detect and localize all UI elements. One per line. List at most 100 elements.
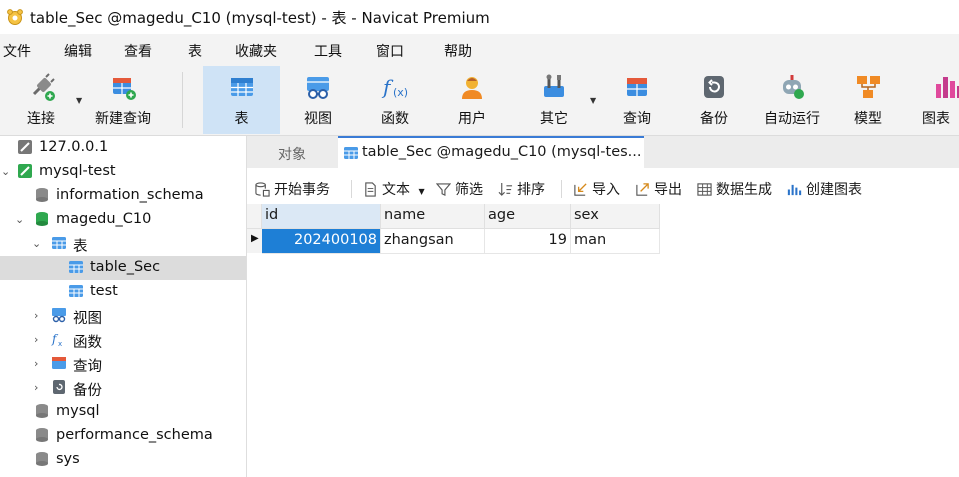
view-button[interactable]: 视图 (282, 66, 354, 134)
tree-db-sys[interactable]: sys (0, 448, 246, 472)
table-button[interactable]: 表 (203, 66, 280, 134)
begin-transaction-label: 开始事务 (274, 182, 330, 198)
expand-arrow-icon[interactable]: › (34, 309, 38, 322)
tree-connection-mysql-test[interactable]: ⌄ mysql-test (0, 160, 246, 184)
cell-value: man (574, 232, 607, 248)
column-header-name[interactable]: name (381, 204, 485, 229)
expand-arrow-icon[interactable]: › (34, 333, 38, 346)
user-label: 用户 (458, 111, 486, 127)
tree-folder-queries[interactable]: › 查询 (0, 352, 246, 376)
menu-window[interactable]: 窗口 (376, 41, 404, 61)
grid-cell-sex[interactable]: man (571, 229, 660, 254)
navicat-logo-icon (7, 9, 23, 25)
menu-help[interactable]: 帮助 (444, 41, 472, 61)
text-dropdown-icon[interactable]: ▼ (418, 187, 424, 196)
collapse-arrow-icon[interactable]: ⌄ (1, 165, 10, 178)
database-icon (36, 212, 48, 226)
column-header-id[interactable]: id (262, 204, 381, 229)
backup-button[interactable]: 备份 (677, 66, 751, 134)
tab-objects[interactable]: 对象 (247, 138, 335, 168)
tree-db-mysql[interactable]: mysql (0, 400, 246, 424)
automation-button[interactable]: 自动运行 (756, 66, 828, 134)
sort-icon (498, 182, 513, 196)
column-header-label: name (384, 207, 426, 223)
tree-label: 备份 (73, 383, 102, 399)
function-button[interactable]: f (x) 函数 (358, 66, 432, 134)
menu-favorites[interactable]: 收藏夹 (235, 41, 277, 61)
tree-db-performance-schema[interactable]: performance_schema (0, 424, 246, 448)
tree-table-sec[interactable]: table_Sec (0, 256, 246, 280)
collapse-arrow-icon[interactable]: ⌄ (32, 237, 41, 250)
tree-label: 查询 (73, 359, 102, 375)
begin-transaction-button[interactable]: 开始事务 (255, 179, 330, 199)
table-folder-icon (52, 237, 66, 249)
grid-cell-id[interactable]: 202400108 (262, 229, 381, 254)
connection-tree: 127.0.0.1 ⌄ mysql-test information_schem… (0, 136, 247, 477)
tree-folder-backups[interactable]: › 备份 (0, 376, 246, 400)
connect-button[interactable]: 连接 (8, 66, 74, 134)
other-button[interactable]: 其它 (516, 66, 592, 134)
tree-label: 127.0.0.1 (39, 139, 109, 155)
tree-label: test (90, 283, 118, 299)
model-button[interactable]: 模型 (834, 66, 902, 134)
export-button[interactable]: 导出 (635, 179, 682, 199)
expand-arrow-icon[interactable]: › (34, 381, 38, 394)
tree-table-test[interactable]: test (0, 280, 246, 304)
grid-corner (247, 204, 262, 229)
grid-cell-age[interactable]: 19 (485, 229, 571, 254)
data-generation-icon (697, 183, 712, 196)
backup-label: 备份 (700, 111, 728, 127)
tree-label: 视图 (73, 311, 102, 327)
user-button[interactable]: 用户 (436, 66, 508, 134)
tree-label: performance_schema (56, 427, 213, 443)
import-button[interactable]: 导入 (573, 179, 620, 199)
create-chart-button[interactable]: 创建图表 (787, 179, 862, 199)
query-icon (52, 357, 66, 369)
column-header-sex[interactable]: sex (571, 204, 660, 229)
automation-label: 自动运行 (764, 111, 820, 127)
menu-edit[interactable]: 编辑 (64, 41, 92, 61)
connect-dropdown-icon[interactable]: ▼ (76, 96, 82, 105)
table-label: 表 (234, 111, 249, 127)
svg-text:x: x (58, 340, 62, 347)
import-icon (574, 183, 587, 196)
menu-tools[interactable]: 工具 (314, 41, 342, 61)
other-label: 其它 (540, 111, 568, 127)
robot-icon (783, 75, 804, 99)
tree-db-magedu[interactable]: ⌄ magedu_C10 (0, 208, 246, 232)
filter-button[interactable]: 筛选 (436, 179, 483, 199)
new-query-button[interactable]: 新建查询 (88, 66, 158, 134)
sort-button[interactable]: 排序 (498, 179, 545, 199)
tree-connection-localhost[interactable]: 127.0.0.1 (0, 136, 246, 160)
column-header-age[interactable]: age (485, 204, 571, 229)
backup-icon (704, 76, 724, 98)
text-button[interactable]: 文本 ▼ (363, 179, 425, 199)
tab-objects-label: 对象 (278, 147, 306, 163)
menu-file[interactable]: 文件 (3, 41, 31, 61)
backup-icon (53, 380, 65, 394)
function-icon: f x (51, 332, 62, 347)
menu-view[interactable]: 查看 (124, 41, 152, 61)
data-generation-button[interactable]: 数据生成 (697, 179, 772, 199)
table-icon (344, 147, 358, 159)
connect-label: 连接 (27, 111, 55, 127)
column-header-label: sex (574, 207, 599, 223)
column-header-label: age (488, 207, 516, 223)
tab-table-sec[interactable]: table_Sec @magedu_C10 (mysql-tes... (338, 136, 644, 170)
tools-icon (544, 74, 564, 97)
tree-db-information-schema[interactable]: information_schema (0, 184, 246, 208)
collapse-arrow-icon[interactable]: ⌄ (15, 213, 24, 226)
expand-arrow-icon[interactable]: › (34, 357, 38, 370)
row-indicator[interactable]: ▶ (247, 229, 263, 253)
tree-folder-views[interactable]: › 视图 (0, 304, 246, 328)
tree-folder-tables[interactable]: ⌄ 表 (0, 232, 246, 256)
other-dropdown-icon[interactable]: ▼ (590, 96, 596, 105)
grid-cell-name[interactable]: zhangsan (381, 229, 485, 254)
chart-icon (935, 77, 959, 98)
function-label: 函数 (381, 111, 409, 127)
import-label: 导入 (592, 182, 620, 198)
query-button[interactable]: 查询 (601, 66, 673, 134)
menu-table[interactable]: 表 (188, 41, 202, 61)
chart-button[interactable]: 图表 (910, 66, 959, 134)
tree-folder-functions[interactable]: › f x 函数 (0, 328, 246, 352)
